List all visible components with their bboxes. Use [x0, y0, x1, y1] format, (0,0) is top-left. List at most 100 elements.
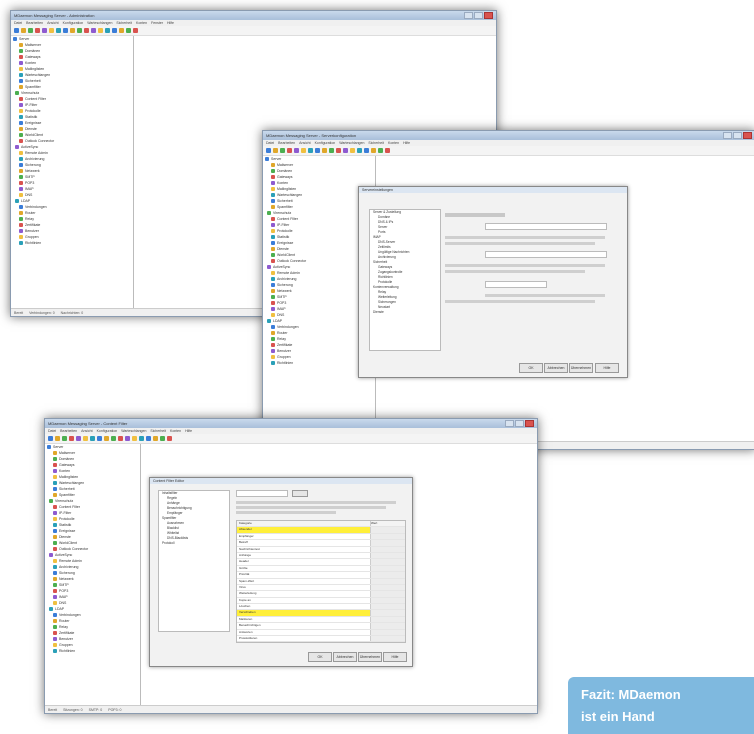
menu-item[interactable]: Ansicht	[299, 141, 310, 145]
close-icon[interactable]	[743, 132, 752, 139]
help-button[interactable]: Hilfe	[595, 363, 619, 373]
menu-item[interactable]: Bearbeiten	[278, 141, 295, 145]
toolbar-button-icon[interactable]	[28, 28, 33, 33]
grid-cell-value[interactable]	[370, 597, 405, 604]
grid-cell-value[interactable]	[370, 527, 405, 533]
menu-item[interactable]: Konfiguration	[315, 141, 336, 145]
toolbar-button-icon[interactable]	[294, 148, 299, 153]
toolbar-button-icon[interactable]	[357, 148, 362, 153]
menu-item[interactable]: Fenster	[151, 21, 163, 25]
apply-button[interactable]: Übernehmen	[569, 363, 593, 373]
toolbar-button-icon[interactable]	[112, 28, 117, 33]
cancel-button[interactable]: Abbrechen	[544, 363, 568, 373]
toolbar-button-icon[interactable]	[83, 436, 88, 441]
filter-titlebar[interactable]: MDaemon Messaging Server - Content Filte…	[45, 419, 537, 428]
toolbar-button-icon[interactable]	[48, 436, 53, 441]
menu-item[interactable]: Hilfe	[167, 21, 174, 25]
toolbar-button-icon[interactable]	[146, 436, 151, 441]
maximize-icon[interactable]	[474, 12, 483, 19]
toolbar-button-icon[interactable]	[315, 148, 320, 153]
toolbar-button-icon[interactable]	[91, 28, 96, 33]
menu-item[interactable]: Ansicht	[47, 21, 58, 25]
toolbar-button-icon[interactable]	[97, 436, 102, 441]
filter-tree[interactable]: Server Mailserver Domänen Gateways Konten Mai…	[45, 444, 141, 705]
minimize-icon[interactable]	[505, 420, 514, 427]
toolbar-button-icon[interactable]	[90, 436, 95, 441]
grid-cell-value[interactable]	[370, 546, 405, 552]
nav-item[interactable]: Protokoll	[159, 541, 229, 546]
menu-item[interactable]: Sicherheit	[150, 429, 166, 433]
maximize-icon[interactable]	[733, 132, 742, 139]
menu-item[interactable]: Sicherheit	[368, 141, 384, 145]
toolbar-button-icon[interactable]	[139, 436, 144, 441]
toolbar-button-icon[interactable]	[56, 28, 61, 33]
toolbar-button-icon[interactable]	[385, 148, 390, 153]
toolbar-button-icon[interactable]	[98, 28, 103, 33]
cancel-button[interactable]: Abbrechen	[333, 652, 357, 662]
toolbar-button-icon[interactable]	[105, 28, 110, 33]
grid-cell-value[interactable]	[370, 578, 405, 584]
toolbar-button-icon[interactable]	[49, 28, 54, 33]
toolbar-button-icon[interactable]	[76, 436, 81, 441]
ok-button[interactable]: OK	[308, 652, 332, 662]
toolbar-button-icon[interactable]	[378, 148, 383, 153]
toolbar-button-icon[interactable]	[350, 148, 355, 153]
settings-dialog-nav[interactable]: Server & Zustellung Domäne DNS & IPs Server…	[369, 209, 441, 351]
toolbar-button-icon[interactable]	[118, 436, 123, 441]
ok-button[interactable]: OK	[519, 363, 543, 373]
toolbar-button-icon[interactable]	[14, 28, 19, 33]
tree-item[interactable]: Richtlinien	[45, 648, 140, 654]
toolbar-button-icon[interactable]	[69, 436, 74, 441]
toolbar-button-icon[interactable]	[153, 436, 158, 441]
grid-cell-value[interactable]	[370, 616, 405, 623]
toolbar-button-icon[interactable]	[322, 148, 327, 153]
toolbar-button-icon[interactable]	[132, 436, 137, 441]
settings-titlebar[interactable]: MDaemon Messaging Server - Serverkonfigu…	[263, 131, 754, 140]
help-button[interactable]: Hilfe	[383, 652, 407, 662]
toolbar-button-icon[interactable]	[133, 28, 138, 33]
toolbar-button-icon[interactable]	[301, 148, 306, 153]
grid-row[interactable]: Protokollieren	[237, 636, 405, 643]
menu-item[interactable]: Bearbeiten	[26, 21, 43, 25]
menu-item[interactable]: Datei	[14, 21, 22, 25]
maximize-icon[interactable]	[515, 420, 524, 427]
toolbar-button-icon[interactable]	[364, 148, 369, 153]
toolbar-button-icon[interactable]	[77, 28, 82, 33]
toolbar-button-icon[interactable]	[84, 28, 89, 33]
grid-cell-value[interactable]	[370, 533, 405, 540]
toolbar-button-icon[interactable]	[126, 28, 131, 33]
close-icon[interactable]	[484, 12, 493, 19]
menu-item[interactable]: Konten	[170, 429, 181, 433]
toolbar-button-icon[interactable]	[35, 28, 40, 33]
toolbar-button-icon[interactable]	[343, 148, 348, 153]
menu-item[interactable]: Ansicht	[81, 429, 92, 433]
grid-cell-value[interactable]	[370, 584, 405, 591]
grid-cell-value[interactable]	[370, 591, 405, 597]
grid-cell-value[interactable]	[370, 610, 405, 616]
menu-item[interactable]: Konten	[136, 21, 147, 25]
main-tree[interactable]: Server Mailserver Domänen Gateways Konten Mai…	[11, 36, 134, 308]
toolbar-button-icon[interactable]	[42, 28, 47, 33]
toolbar-button-icon[interactable]	[167, 436, 172, 441]
grid-cell-value[interactable]	[370, 565, 405, 572]
toolbar-button-icon[interactable]	[280, 148, 285, 153]
main-titlebar[interactable]: MDaemon Messaging Server - Administratio…	[11, 11, 496, 20]
minimize-icon[interactable]	[464, 12, 473, 19]
nav-item[interactable]: Dienste	[370, 310, 440, 315]
toolbar-button-icon[interactable]	[62, 436, 67, 441]
close-icon[interactable]	[525, 420, 534, 427]
tree-item[interactable]: Richtlinien	[11, 240, 133, 246]
toolbar-button-icon[interactable]	[160, 436, 165, 441]
toolbar-button-icon[interactable]	[70, 28, 75, 33]
toolbar-button-icon[interactable]	[21, 28, 26, 33]
grid-cell-value[interactable]	[370, 623, 405, 629]
toolbar-button-icon[interactable]	[287, 148, 292, 153]
menu-item[interactable]: Konten	[388, 141, 399, 145]
toolbar-button-icon[interactable]	[329, 148, 334, 153]
menu-item[interactable]: Warteschlangen	[121, 429, 146, 433]
menu-item[interactable]: Sicherheit	[116, 21, 132, 25]
menu-item[interactable]: Konfiguration	[63, 21, 84, 25]
menu-item[interactable]: Warteschlangen	[339, 141, 364, 145]
toolbar-button-icon[interactable]	[336, 148, 341, 153]
grid-cell-value[interactable]	[370, 559, 405, 565]
